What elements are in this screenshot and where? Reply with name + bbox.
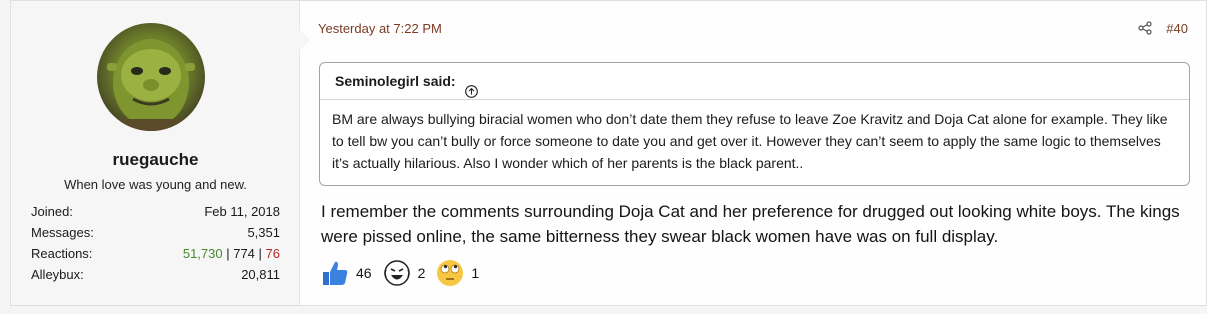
avatar[interactable]: [97, 23, 205, 131]
quote-author[interactable]: Seminolegirl said:: [335, 73, 456, 89]
username[interactable]: ruegauche: [11, 150, 300, 170]
quote-header[interactable]: Seminolegirl said:: [320, 63, 1189, 100]
reaction-like[interactable]: 46: [320, 258, 372, 288]
eye-roll-face-icon: [437, 260, 464, 286]
user-stats: Joined: Feb 11, 2018 Messages: 5,351 Rea…: [31, 201, 280, 285]
user-title: When love was young and new.: [64, 177, 247, 192]
thumbs-up-icon: [323, 261, 348, 285]
reaction-eyeroll[interactable]: 1: [435, 258, 479, 288]
arrow-up-circle-icon[interactable]: [465, 75, 479, 98]
reaction-bar[interactable]: 46 2 1: [320, 256, 489, 290]
user-sidebar: ruegauche When love was young and new. J…: [11, 1, 300, 305]
stat-value: 51,730 | 774 | 76: [183, 243, 280, 264]
separator: |: [254, 246, 266, 261]
reaction-laugh[interactable]: 2: [382, 258, 426, 288]
quote-text: BM are always bullying biracial women wh…: [332, 111, 1168, 171]
stat-label: Reactions:: [31, 246, 93, 261]
post-number-link[interactable]: #40: [1166, 21, 1188, 36]
separator: |: [222, 246, 234, 261]
stat-label: Joined:: [31, 204, 73, 219]
reactions-negative: 76: [265, 246, 280, 261]
stat-joined: Joined: Feb 11, 2018: [31, 201, 280, 222]
post-message: I remember the comments surrounding Doja…: [321, 202, 1180, 246]
reaction-count: 1: [471, 265, 480, 281]
reaction-count: 2: [417, 265, 426, 281]
stat-value: Feb 11, 2018: [204, 204, 280, 219]
post-date-link[interactable]: Yesterday at 7:22 PM: [318, 21, 442, 36]
stat-label: Alleybux:: [31, 267, 84, 282]
stat-value: 5,351: [247, 225, 280, 240]
reactions-positive: 51,730: [182, 246, 223, 261]
stat-alleybux: Alleybux: 20,811: [31, 264, 280, 285]
stat-reactions: Reactions: 51,730 | 774 | 76: [31, 243, 280, 264]
laughing-face-icon: [383, 260, 410, 286]
forum-post: ruegauche When love was young and new. J…: [10, 0, 1207, 306]
reaction-count: 46: [356, 265, 372, 281]
reactions-neutral: 774: [233, 246, 255, 261]
share-icon[interactable]: [1138, 21, 1152, 38]
stat-value: 20,811: [241, 267, 280, 282]
stat-messages: Messages: 5,351: [31, 222, 280, 243]
quote-block: Seminolegirl said: BM are always bullyin…: [319, 62, 1190, 186]
stat-label: Messages:: [31, 225, 94, 240]
post-main: Yesterday at 7:22 PM #40 Seminolegirl sa…: [300, 1, 1206, 305]
